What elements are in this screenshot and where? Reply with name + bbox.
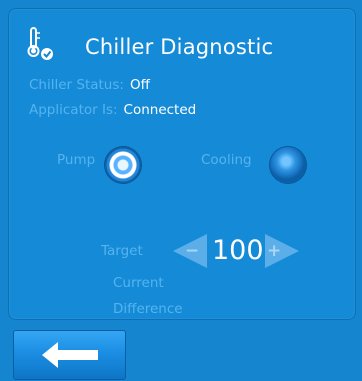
diagnostic-panel: Chiller Diagnostic Chiller Status: Off Ap… <box>8 8 356 320</box>
difference-label: Difference <box>113 301 183 317</box>
applicator-status-label: Applicator Is: <box>29 102 118 118</box>
cooling-toggle-button[interactable] <box>270 147 306 183</box>
applicator-status-row: Applicator Is: Connected <box>29 102 196 118</box>
minus-icon: − <box>185 241 200 261</box>
pump-toggle-button[interactable] <box>105 147 141 183</box>
header: Chiller Diagnostic <box>9 9 355 65</box>
page-title: Chiller Diagnostic <box>85 35 274 59</box>
chiller-status-value: Off <box>129 77 150 93</box>
left-arrow-icon <box>42 342 98 368</box>
cooling-label: Cooling <box>201 152 252 168</box>
current-label: Current <box>113 275 164 291</box>
target-label: Target <box>101 243 143 259</box>
back-button[interactable] <box>13 330 126 380</box>
applicator-status-value: Connected <box>123 102 197 118</box>
pump-label: Pump <box>57 152 96 168</box>
chiller-status-label: Chiller Status: <box>29 77 124 93</box>
plus-icon: + <box>267 241 282 261</box>
target-value: 100 <box>212 235 264 266</box>
chiller-status-row: Chiller Status: Off <box>29 77 150 93</box>
thermometer-check-icon <box>27 27 53 60</box>
